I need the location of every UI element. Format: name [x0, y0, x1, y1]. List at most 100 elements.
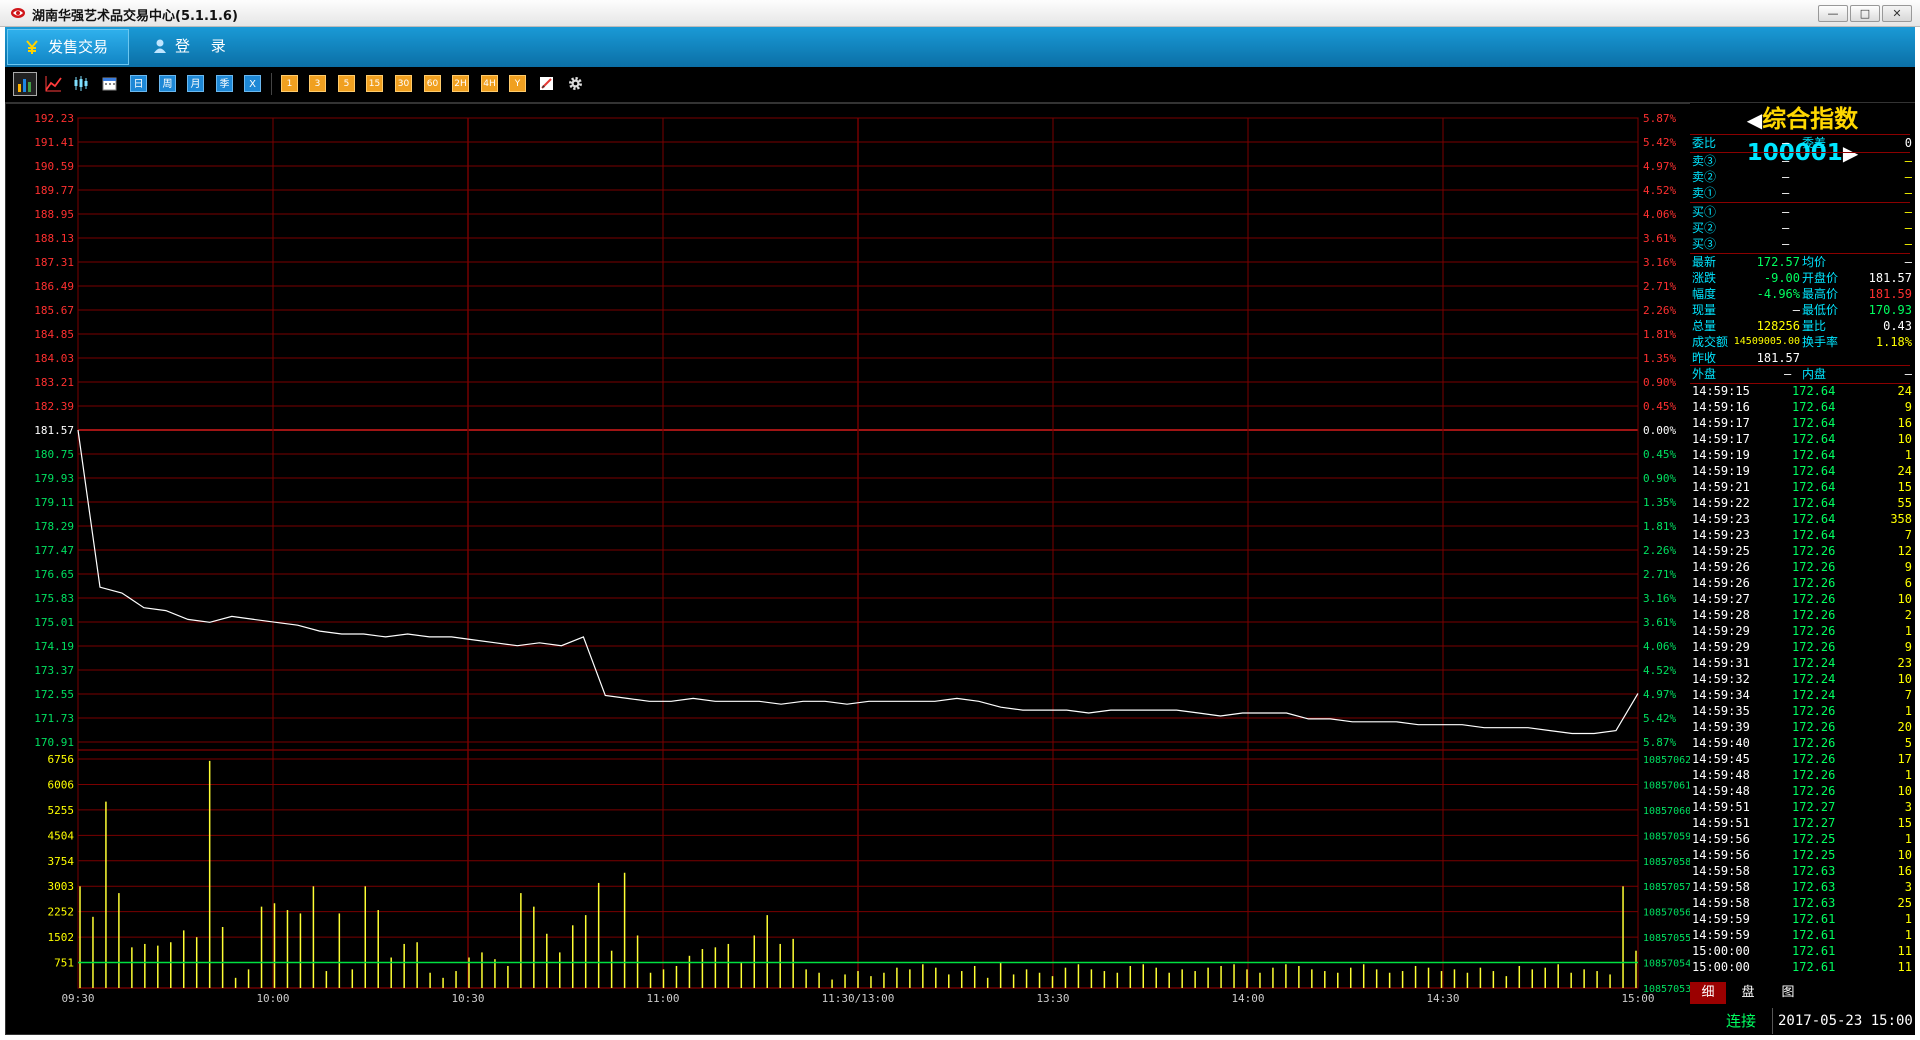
tick-price: 172.63 — [1792, 896, 1836, 910]
tick-time: 14:59:23 — [1692, 512, 1750, 526]
calendar-button[interactable] — [101, 75, 118, 92]
buy-row: 买③ — — — [1692, 236, 1912, 252]
period-month-button[interactable]: 月 — [187, 75, 204, 92]
draw-tool-button[interactable] — [538, 75, 555, 92]
tick-time: 14:59:34 — [1692, 688, 1750, 702]
minimize-button[interactable]: — — [1818, 5, 1848, 22]
price-tick-label: 190.59 — [34, 160, 74, 173]
window-title: 湖南华强艺术品交易中心(5.1.1.6) — [32, 9, 238, 24]
pct-tick-label: 3.16% — [1643, 592, 1676, 605]
pct-tick-label: 5.42% — [1643, 712, 1676, 725]
minute-3-button[interactable]: 3 — [309, 75, 326, 92]
sell-volume: — — [1904, 154, 1912, 168]
tick-row: 14:59:48 172.26 1 — [1692, 767, 1912, 783]
inner-value: — — [1904, 367, 1912, 381]
buy-row: 买① — — — [1692, 204, 1912, 220]
tab-detail[interactable]: 细 — [1690, 982, 1726, 1004]
menu-login-button[interactable]: 登 录 — [143, 29, 253, 65]
tick-price: 172.24 — [1792, 672, 1836, 686]
hour-2-button[interactable]: 2H — [452, 75, 469, 92]
pct-tick-label: 5.87% — [1643, 736, 1676, 749]
stat-value-2: 170.93 — [1868, 303, 1912, 317]
sell-row: 卖① — — — [1692, 185, 1912, 201]
time-tick-label: 14:00 — [1231, 992, 1264, 1005]
tick-volume: 15 — [1897, 480, 1912, 494]
tick-row: 14:59:29 172.26 1 — [1692, 623, 1912, 639]
stat-label-2: 最高价 — [1802, 287, 1839, 301]
year-button[interactable]: Y — [509, 75, 526, 92]
tick-row: 14:59:59 172.61 1 — [1692, 911, 1912, 927]
tick-volume: 7 — [1904, 688, 1912, 702]
outer-label: 外盘 — [1692, 367, 1717, 381]
volume-right-label: 10857062 — [1643, 755, 1691, 766]
tick-price: 172.26 — [1792, 608, 1836, 622]
tick-time: 14:59:40 — [1692, 736, 1750, 750]
tick-time: 14:59:35 — [1692, 704, 1750, 718]
tick-price: 172.26 — [1792, 752, 1836, 766]
tick-price: 172.64 — [1792, 496, 1836, 510]
tick-price: 172.61 — [1792, 928, 1836, 942]
time-tick-label: 15:00 — [1621, 992, 1654, 1005]
weibi-value: — — [1782, 136, 1790, 150]
pct-tick-label: 2.71% — [1643, 280, 1676, 293]
close-button[interactable]: ✕ — [1882, 5, 1912, 22]
candlestick-button[interactable] — [73, 75, 90, 92]
price-tick-label: 181.57 — [34, 424, 74, 437]
volume-tick-label: 1502 — [48, 931, 75, 944]
sell-row: 卖② — — — [1692, 169, 1912, 185]
intraday-chart[interactable]: 192.23 5.87% 191.41 5.42% 190.59 4.97% 189.77 4… — [6, 104, 1691, 1034]
tick-volume: 3 — [1904, 880, 1912, 894]
tick-time: 14:59:17 — [1692, 432, 1750, 446]
minute-1-button[interactable]: 1 — [281, 75, 298, 92]
settings-button[interactable] — [567, 75, 584, 92]
timeshare-chart-button[interactable] — [13, 72, 37, 96]
pct-tick-label: 4.52% — [1643, 184, 1676, 197]
price-tick-label: 186.49 — [34, 280, 74, 293]
buy-level-label: 买② — [1692, 221, 1717, 235]
stat-row: 成交额 14509005.00 换手率 1.18% — [1692, 334, 1912, 350]
minute-5-button[interactable]: 5 — [338, 75, 355, 92]
volume-right-label: 10857054 — [1643, 959, 1691, 970]
sell-volume: — — [1904, 170, 1912, 184]
tick-row: 14:59:48 172.26 10 — [1692, 783, 1912, 799]
line-chart-button[interactable] — [45, 75, 62, 92]
tick-price: 172.61 — [1792, 912, 1836, 926]
stat-row: 昨收 181.57 — [1692, 350, 1912, 366]
tab-book[interactable]: 盘 — [1730, 982, 1766, 1004]
sell-row: 卖③ — — — [1692, 153, 1912, 169]
tick-volume: 15 — [1897, 816, 1912, 830]
tick-price: 172.64 — [1792, 400, 1836, 414]
price-tick-label: 179.93 — [34, 472, 74, 485]
tick-time: 14:59:56 — [1692, 848, 1750, 862]
gear-icon — [569, 77, 582, 90]
period-day-button[interactable]: 日 — [130, 75, 147, 92]
tick-row: 14:59:59 172.61 1 — [1692, 927, 1912, 943]
intraday-chart-panel[interactable]: 192.23 5.87% 191.41 5.42% 190.59 4.97% 189.77 4… — [5, 103, 1915, 1035]
minute-60-button[interactable]: 60 — [424, 75, 441, 92]
tick-time: 14:59:26 — [1692, 560, 1750, 574]
tick-time: 15:00:00 — [1692, 960, 1750, 974]
tab-chart[interactable]: 图 — [1770, 982, 1806, 1004]
tick-volume: 1 — [1904, 832, 1912, 846]
period-quarter-button[interactable]: 季 — [216, 75, 233, 92]
pct-tick-label: 1.35% — [1643, 352, 1676, 365]
menu-trade-button[interactable]: 发售交易 — [7, 29, 129, 65]
stat-label-2: 换手率 — [1802, 335, 1839, 349]
tick-time: 14:59:48 — [1692, 768, 1750, 782]
tick-row: 14:59:32 172.24 10 — [1692, 671, 1912, 687]
pct-tick-label: 3.16% — [1643, 256, 1676, 269]
hour-4-button[interactable]: 4H — [481, 75, 498, 92]
maximize-button[interactable]: □ — [1850, 5, 1880, 22]
time-tick-label: 11:00 — [646, 992, 679, 1005]
tick-time: 14:59:32 — [1692, 672, 1750, 686]
minute-15-button[interactable]: 15 — [366, 75, 383, 92]
minute-30-button[interactable]: 30 — [395, 75, 412, 92]
price-tick-label: 184.85 — [34, 328, 74, 341]
pct-tick-label: 4.06% — [1643, 640, 1676, 653]
prev-symbol-icon[interactable]: ◀ — [1747, 108, 1762, 132]
stat-label: 涨跌 — [1692, 271, 1717, 285]
volume-tick-label: 751 — [54, 957, 74, 970]
tick-row: 14:59:58 172.63 16 — [1692, 863, 1912, 879]
period-week-button[interactable]: 周 — [159, 75, 176, 92]
period-x-button[interactable]: X — [244, 75, 261, 92]
